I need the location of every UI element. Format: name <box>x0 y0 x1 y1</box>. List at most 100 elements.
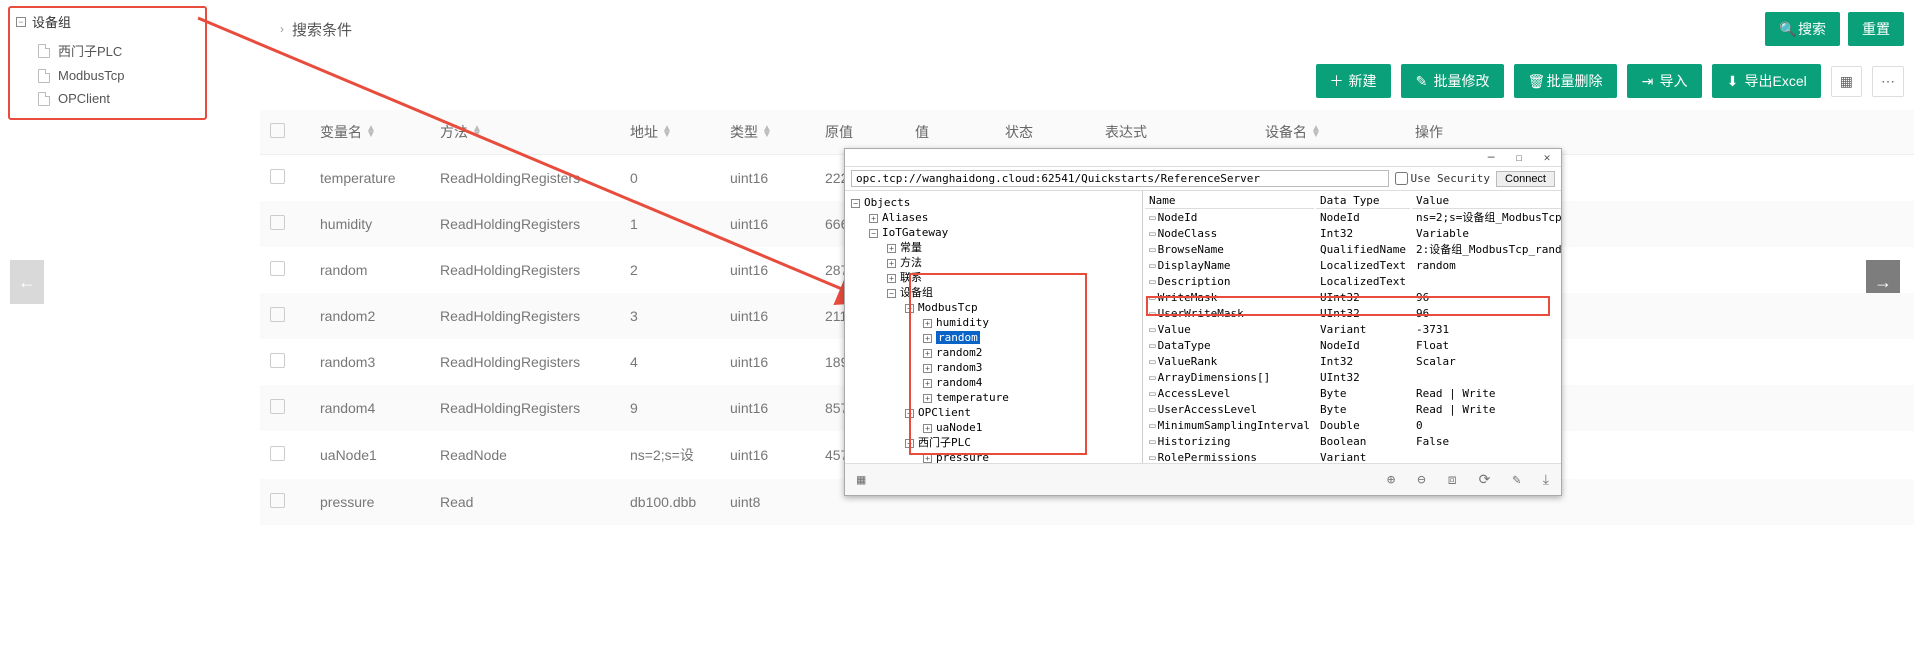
new-button[interactable]: ＋新建 <box>1316 64 1391 98</box>
collapse-icon[interactable]: − <box>16 17 26 27</box>
row-checkbox[interactable] <box>270 353 285 368</box>
opc-tree-random[interactable]: random <box>936 331 980 344</box>
row-checkbox[interactable] <box>270 493 285 508</box>
opc-tree-devgroup[interactable]: 设备组 <box>900 286 933 299</box>
opc-tree-siemens[interactable]: 西门子PLC <box>918 436 971 449</box>
batch-edit-button[interactable]: ✎批量修改 <box>1401 64 1504 98</box>
opc-tree-temperature[interactable]: temperature <box>936 391 1009 404</box>
opc-tree-objects[interactable]: Objects <box>864 196 910 209</box>
cell-method: ReadHoldingRegisters <box>430 247 620 293</box>
property-row[interactable]: ▭AccessLevelByteRead | Write <box>1145 387 1561 401</box>
opc-tree-random3[interactable]: random3 <box>936 361 982 374</box>
grid-view-button[interactable]: ▦ <box>1831 66 1862 97</box>
sort-icon[interactable]: ▲▼ <box>472 126 482 138</box>
property-row[interactable]: ▭ValueRankInt32Scalar <box>1145 355 1561 369</box>
property-row[interactable]: ▭HistorizingBooleanFalse <box>1145 435 1561 449</box>
sort-icon[interactable]: ▲▼ <box>366 126 376 138</box>
use-security-checkbox[interactable]: Use Security <box>1395 172 1490 185</box>
server-url-input[interactable] <box>851 170 1389 187</box>
expand-icon[interactable]: + <box>887 274 896 283</box>
batch-delete-button[interactable]: 🗑批量删除 <box>1514 64 1617 98</box>
expand-icon[interactable]: − <box>905 409 914 418</box>
book-icon: ▭ <box>1149 435 1156 448</box>
opc-tree-humidity[interactable]: humidity <box>936 316 989 329</box>
book-icon: ▭ <box>1149 211 1156 224</box>
more-button[interactable]: ⋯ <box>1872 66 1904 97</box>
property-row[interactable]: ▭ArrayDimensions[]UInt32 <box>1145 371 1561 385</box>
expand-icon[interactable]: − <box>887 289 896 298</box>
expand-icon[interactable]: + <box>923 454 932 463</box>
property-row[interactable]: ▭WriteMaskUInt3296 <box>1145 291 1561 305</box>
property-row[interactable]: ▭UserWriteMaskUInt3296 <box>1145 307 1561 321</box>
expand-icon[interactable]: − <box>905 439 914 448</box>
opc-tree-contact[interactable]: 联系 <box>900 271 922 284</box>
nav-prev-button[interactable]: ← <box>10 260 44 304</box>
property-row[interactable]: ▭DisplayNameLocalizedTextrandom <box>1145 259 1561 273</box>
close-button[interactable]: ✕ <box>1533 151 1561 164</box>
sort-icon[interactable]: ▲▼ <box>762 126 772 138</box>
row-checkbox[interactable] <box>270 446 285 461</box>
cell-type: uint16 <box>720 431 815 479</box>
property-row[interactable]: ▭DataTypeNodeIdFloat <box>1145 339 1561 353</box>
fit-icon[interactable]: ⧈ <box>1448 472 1457 488</box>
property-row[interactable]: ▭BrowseNameQualifiedName2:设备组_ModbusTcp_… <box>1145 243 1561 257</box>
expand-icon[interactable]: + <box>887 244 896 253</box>
opc-tree-method[interactable]: 方法 <box>900 256 922 269</box>
row-checkbox[interactable] <box>270 261 285 276</box>
opc-tree-const[interactable]: 常量 <box>900 241 922 254</box>
expand-icon[interactable]: − <box>869 229 878 238</box>
tree-item-siemens[interactable]: 西门子PLC <box>38 37 199 64</box>
expand-icon[interactable]: + <box>923 394 932 403</box>
opc-tree-random4[interactable]: random4 <box>936 376 982 389</box>
expand-icon[interactable]: − <box>905 304 914 313</box>
expand-icon[interactable]: + <box>923 379 932 388</box>
row-checkbox[interactable] <box>270 307 285 322</box>
expand-icon[interactable]: + <box>923 334 932 343</box>
row-checkbox[interactable] <box>270 169 285 184</box>
opc-tree-uanode1[interactable]: uaNode1 <box>936 421 982 434</box>
opc-tree-opclient[interactable]: OPClient <box>918 406 971 419</box>
download-icon[interactable]: ⤓ <box>1543 472 1549 488</box>
opc-tree-random2[interactable]: random2 <box>936 346 982 359</box>
reset-button[interactable]: 重置 <box>1848 12 1904 46</box>
expand-icon[interactable]: + <box>887 259 896 268</box>
opc-tree-aliases[interactable]: Aliases <box>882 211 928 224</box>
property-row[interactable]: ▭MinimumSamplingIntervalDouble0 <box>1145 419 1561 433</box>
book-icon: ▭ <box>1149 243 1156 256</box>
minimize-button[interactable]: ─ <box>1477 151 1505 164</box>
tree-item-modbustcp[interactable]: ModbusTcp <box>38 64 199 87</box>
expand-icon[interactable]: + <box>923 349 932 358</box>
property-row[interactable]: ▭ValueVariant-3731 <box>1145 323 1561 337</box>
book-icon: ▭ <box>1149 275 1156 288</box>
expand-icon[interactable]: + <box>869 214 878 223</box>
row-checkbox[interactable] <box>270 215 285 230</box>
expand-icon[interactable]: + <box>923 424 932 433</box>
row-checkbox[interactable] <box>270 399 285 414</box>
zoom-in-icon[interactable]: ⊕ <box>1387 472 1395 488</box>
tree-root-device-group[interactable]: − 设备组 <box>16 12 199 31</box>
opc-tree-iotgateway[interactable]: IoTGateway <box>882 226 948 239</box>
connect-button[interactable]: Connect <box>1496 171 1555 187</box>
sort-icon[interactable]: ▲▼ <box>662 126 672 138</box>
opc-tree-modbustcp[interactable]: ModbusTcp <box>918 301 978 314</box>
import-button[interactable]: ⇥导入 <box>1627 64 1702 98</box>
property-row[interactable]: ▭NodeClassInt32Variable <box>1145 227 1561 241</box>
chevron-right-icon[interactable]: › <box>280 22 284 36</box>
rotate-icon[interactable]: ⟳ <box>1479 472 1491 488</box>
select-all-checkbox[interactable] <box>270 123 285 138</box>
grid-icon[interactable]: ▦ <box>857 472 865 488</box>
property-row[interactable]: ▭UserAccessLevelByteRead | Write <box>1145 403 1561 417</box>
expand-icon[interactable]: − <box>851 199 860 208</box>
tree-item-opclient[interactable]: OPClient <box>38 87 199 110</box>
export-excel-button[interactable]: ⬇导出Excel <box>1712 64 1821 98</box>
book-icon: ▭ <box>1149 403 1156 416</box>
sort-icon[interactable]: ▲▼ <box>1311 126 1321 138</box>
search-button[interactable]: 🔍搜索 <box>1765 12 1840 46</box>
property-row[interactable]: ▭DescriptionLocalizedText <box>1145 275 1561 289</box>
property-row[interactable]: ▭NodeIdNodeIdns=2;s=设备组_ModbusTcp_random <box>1145 211 1561 225</box>
maximize-button[interactable]: ☐ <box>1505 151 1533 164</box>
edit-icon[interactable]: ✎ <box>1512 472 1520 488</box>
expand-icon[interactable]: + <box>923 319 932 328</box>
zoom-out-icon[interactable]: ⊖ <box>1417 472 1425 488</box>
expand-icon[interactable]: + <box>923 364 932 373</box>
